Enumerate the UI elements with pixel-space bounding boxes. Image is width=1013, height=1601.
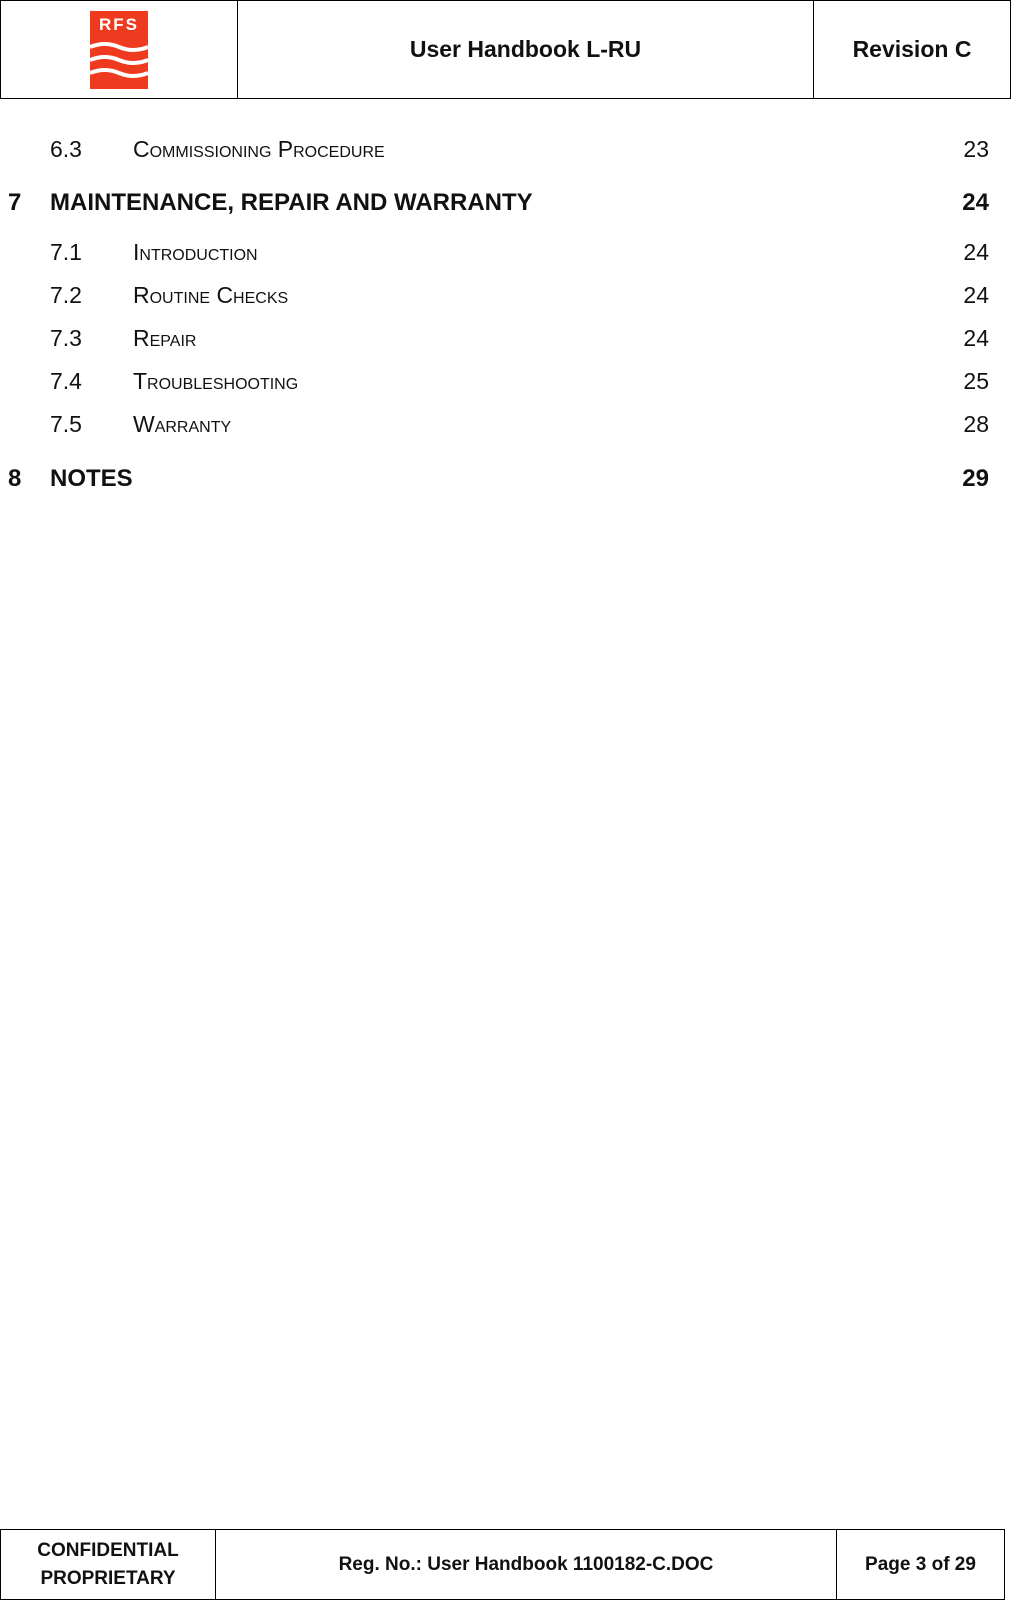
classification-cell: CONFIDENTIAL PROPRIETARY bbox=[1, 1530, 216, 1599]
classification-line1: CONFIDENTIAL bbox=[37, 1539, 179, 1561]
toc-title: MAINTENANCE, REPAIR AND WARRANTY bbox=[50, 189, 533, 216]
toc-title: Introduction bbox=[133, 239, 258, 265]
logo-text: RFS bbox=[99, 14, 139, 34]
toc-page: 29 bbox=[962, 465, 989, 492]
toc-title: Warranty bbox=[133, 411, 232, 437]
toc-title: Troubleshooting bbox=[133, 368, 299, 394]
toc-number: 7.4 bbox=[50, 368, 82, 394]
toc-number: 7 bbox=[8, 189, 22, 216]
toc-title: NOTES bbox=[50, 465, 133, 492]
page-number: Page 3 of 29 bbox=[865, 1553, 976, 1575]
toc-number: 7.1 bbox=[50, 239, 82, 265]
document-title: User Handbook L-RU bbox=[238, 1, 814, 98]
toc-title: Repair bbox=[133, 325, 197, 351]
rfs-logo-icon: RFS bbox=[90, 10, 148, 89]
toc-number: 6.3 bbox=[50, 136, 82, 162]
page-footer: CONFIDENTIAL PROPRIETARY Reg. No.: User … bbox=[0, 1529, 1005, 1600]
waves-icon bbox=[90, 41, 148, 78]
logo-cell: RFS bbox=[1, 1, 238, 98]
toc-page: 24 bbox=[963, 325, 989, 351]
toc-page: 28 bbox=[963, 411, 989, 437]
toc-title: Routine Checks bbox=[133, 282, 289, 308]
toc-page: 24 bbox=[963, 282, 989, 308]
toc-title: Commissioning Procedure bbox=[133, 136, 385, 162]
toc-page: 24 bbox=[962, 189, 989, 216]
toc-number: 8 bbox=[8, 465, 22, 492]
toc-number: 7.3 bbox=[50, 325, 82, 351]
toc-page: 25 bbox=[963, 368, 989, 394]
registration-number: Reg. No.: User Handbook 1100182-C.DOC bbox=[216, 1530, 837, 1599]
classification-line2: PROPRIETARY bbox=[40, 1567, 176, 1589]
toc-number: 7.2 bbox=[50, 282, 82, 308]
toc-number: 7.5 bbox=[50, 411, 82, 437]
toc-page: 24 bbox=[963, 239, 989, 265]
revision-label: Revision C bbox=[852, 36, 972, 62]
toc-page: 23 bbox=[963, 136, 989, 162]
page-header: RFS User Handbook L-RU Revision C bbox=[0, 0, 1011, 99]
